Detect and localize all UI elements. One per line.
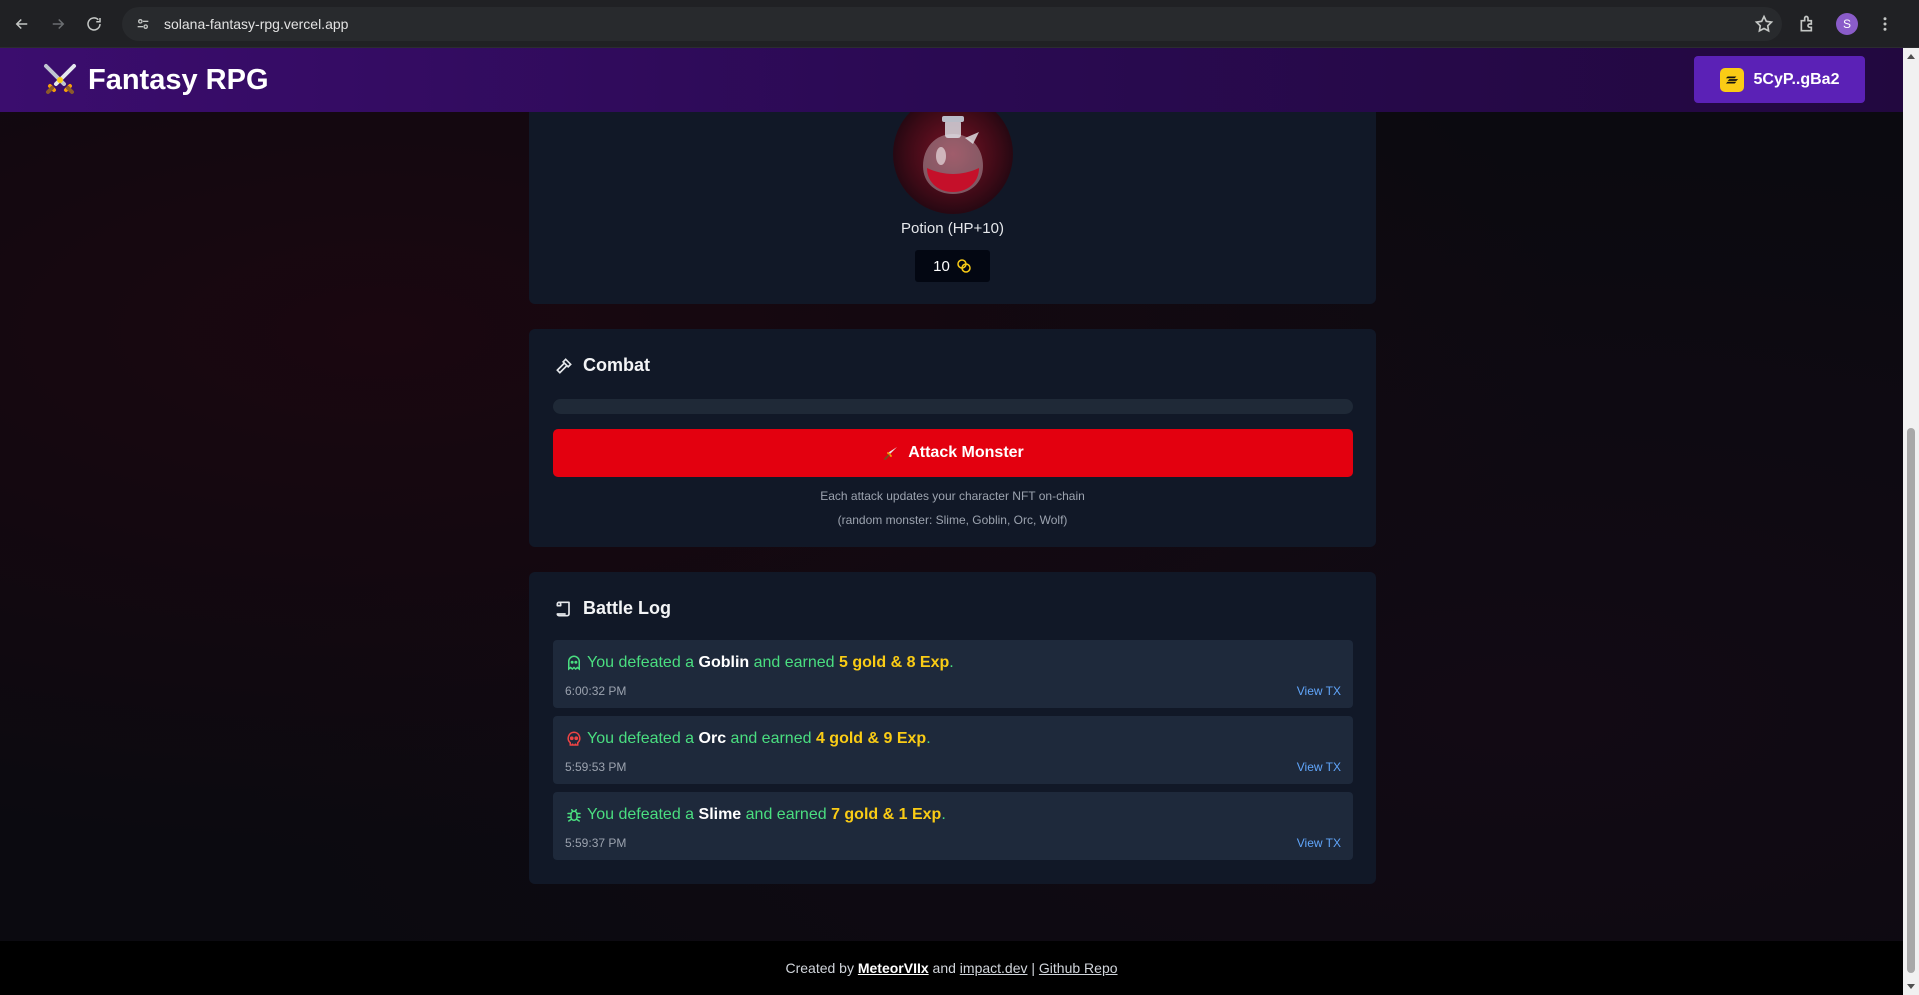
wallet-address: 5CyP..gBa2	[1753, 70, 1840, 88]
site-info-button[interactable]	[130, 11, 156, 37]
log-suffix: .	[941, 806, 946, 823]
attack-label: Attack Monster	[908, 444, 1024, 461]
log-middle: and earned	[726, 730, 816, 747]
author-link[interactable]: MeteorVIIx	[858, 960, 929, 976]
price-value: 10	[933, 257, 950, 275]
scrollbar-thumb[interactable]	[1907, 428, 1915, 973]
log-timestamp: 5:59:53 PM	[565, 760, 627, 774]
item-name: Potion (HP+10)	[901, 220, 1004, 237]
footer-created-by: Created by	[785, 960, 858, 976]
reload-button[interactable]	[80, 10, 108, 38]
log-middle: and earned	[749, 654, 840, 671]
url-text[interactable]: solana-fantasy-rpg.vercel.app	[164, 16, 348, 32]
scroll-icon	[556, 601, 570, 616]
potion-image[interactable]	[893, 94, 1013, 214]
reload-icon	[87, 16, 101, 31]
wallet-button[interactable]: 5CyP..gBa2	[1694, 56, 1865, 103]
battle-log-title: Battle Log	[583, 598, 671, 618]
log-prefix: You defeated a	[587, 730, 699, 747]
footer-separator: |	[1027, 960, 1039, 976]
potion-flask-icon	[923, 116, 983, 194]
solana-wallet-icon	[1719, 67, 1744, 92]
partner-link[interactable]: impact.dev	[960, 960, 1028, 976]
combat-heading: Combat	[554, 355, 650, 376]
more-vertical-icon[interactable]	[1876, 15, 1894, 33]
log-entry: You defeated a Goblin and earned 5 gold …	[553, 640, 1353, 708]
github-repo-link[interactable]: Github Repo	[1039, 960, 1118, 976]
combat-hint: Each attack updates your character NFT o…	[820, 489, 1085, 503]
dagger-icon	[884, 447, 898, 460]
log-timestamp: 6:00:32 PM	[565, 684, 627, 698]
ghost-icon	[568, 655, 580, 671]
reward-text: 5 gold & 8 Exp	[839, 654, 950, 671]
log-entry: You defeated a Orc and earned 4 gold & 9…	[553, 716, 1353, 784]
log-message: You defeated a Slime and earned 7 gold &…	[565, 806, 946, 824]
combat-card: Combat Attack Monster Each attack update…	[529, 329, 1376, 547]
monster-name: Slime	[698, 806, 742, 823]
battle-log-card: Battle Log You defeated a Goblin and ear…	[529, 572, 1376, 884]
app-title: Fantasy RPG	[88, 63, 269, 96]
profile-avatar[interactable]: S	[1836, 12, 1858, 35]
reward-text: 7 gold & 1 Exp	[831, 806, 942, 823]
log-entry: You defeated a Slime and earned 7 gold &…	[553, 792, 1353, 860]
extensions-puzzle-icon[interactable]	[1798, 14, 1818, 34]
bug-icon	[567, 809, 581, 822]
hammer-icon	[556, 357, 572, 374]
log-suffix: .	[949, 654, 954, 671]
combat-progress-bar	[553, 399, 1353, 414]
back-button[interactable]	[8, 10, 36, 38]
log-timestamp: 5:59:37 PM	[565, 836, 627, 850]
price-badge[interactable]: 10	[915, 250, 990, 282]
log-suffix: .	[926, 730, 931, 747]
view-tx-link[interactable]: View TX	[1297, 760, 1341, 774]
page-scrollbar[interactable]	[1903, 48, 1919, 995]
log-prefix: You defeated a	[587, 654, 699, 671]
bookmark-star-icon[interactable]	[1754, 14, 1774, 34]
skull-icon	[567, 731, 581, 746]
log-message: You defeated a Orc and earned 4 gold & 9…	[565, 730, 931, 748]
monster-name: Orc	[698, 730, 727, 747]
tune-icon	[137, 18, 149, 29]
reward-text: 4 gold & 9 Exp	[815, 730, 927, 747]
log-prefix: You defeated a	[587, 806, 699, 823]
page-viewport: Fantasy RPG 5CyP..gBa2 Potion (HP+10) 10	[0, 48, 1903, 995]
combat-title: Combat	[583, 355, 650, 375]
app-header: Fantasy RPG 5CyP..gBa2	[0, 48, 1903, 112]
log-message: You defeated a Goblin and earned 5 gold …	[565, 654, 954, 672]
arrow-left-icon	[15, 18, 28, 29]
view-tx-link[interactable]: View TX	[1297, 684, 1341, 698]
coins-icon	[957, 259, 971, 273]
battle-log-heading: Battle Log	[554, 598, 671, 619]
page-footer: Created by MeteorVIIx and impact.dev | G…	[0, 941, 1903, 995]
forward-button[interactable]	[44, 10, 72, 38]
scroll-down-arrow-icon[interactable]	[1907, 984, 1915, 989]
monster-name: Goblin	[698, 654, 750, 671]
crossed-swords-icon	[44, 64, 76, 94]
attack-monster-button[interactable]: Attack Monster	[553, 429, 1353, 477]
arrow-right-icon	[52, 18, 65, 29]
address-bar[interactable]: solana-fantasy-rpg.vercel.app	[122, 6, 1782, 41]
log-middle: and earned	[741, 806, 832, 823]
scroll-up-arrow-icon[interactable]	[1907, 54, 1915, 59]
browser-toolbar: solana-fantasy-rpg.vercel.app S	[0, 0, 1919, 48]
view-tx-link[interactable]: View TX	[1297, 836, 1341, 850]
combat-hint-monsters: (random monster: Slime, Goblin, Orc, Wol…	[837, 513, 1068, 527]
footer-and: and	[928, 960, 960, 976]
